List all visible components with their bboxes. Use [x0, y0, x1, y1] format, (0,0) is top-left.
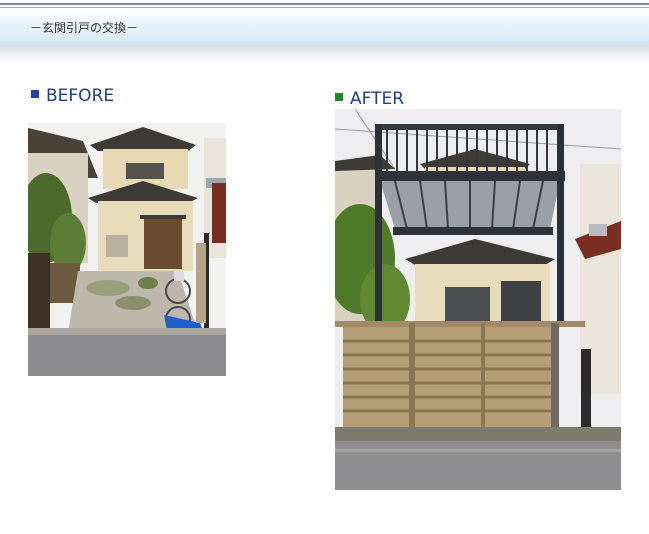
header-top-rule-thin [0, 7, 649, 8]
after-photo [335, 109, 621, 490]
header-top-rule [0, 3, 649, 5]
before-label: BEFORE [46, 86, 115, 106]
house-after-image [335, 109, 621, 490]
house-before-image [28, 123, 226, 376]
header-shadow [0, 45, 649, 63]
green-square-icon [335, 93, 343, 101]
before-heading: BEFORE [31, 86, 114, 106]
before-photo [28, 123, 226, 376]
page-title: －玄関引戸の交換－ [30, 21, 139, 35]
after-label: AFTER [350, 89, 405, 109]
after-heading: AFTER [335, 89, 404, 109]
blue-square-icon [31, 90, 39, 98]
